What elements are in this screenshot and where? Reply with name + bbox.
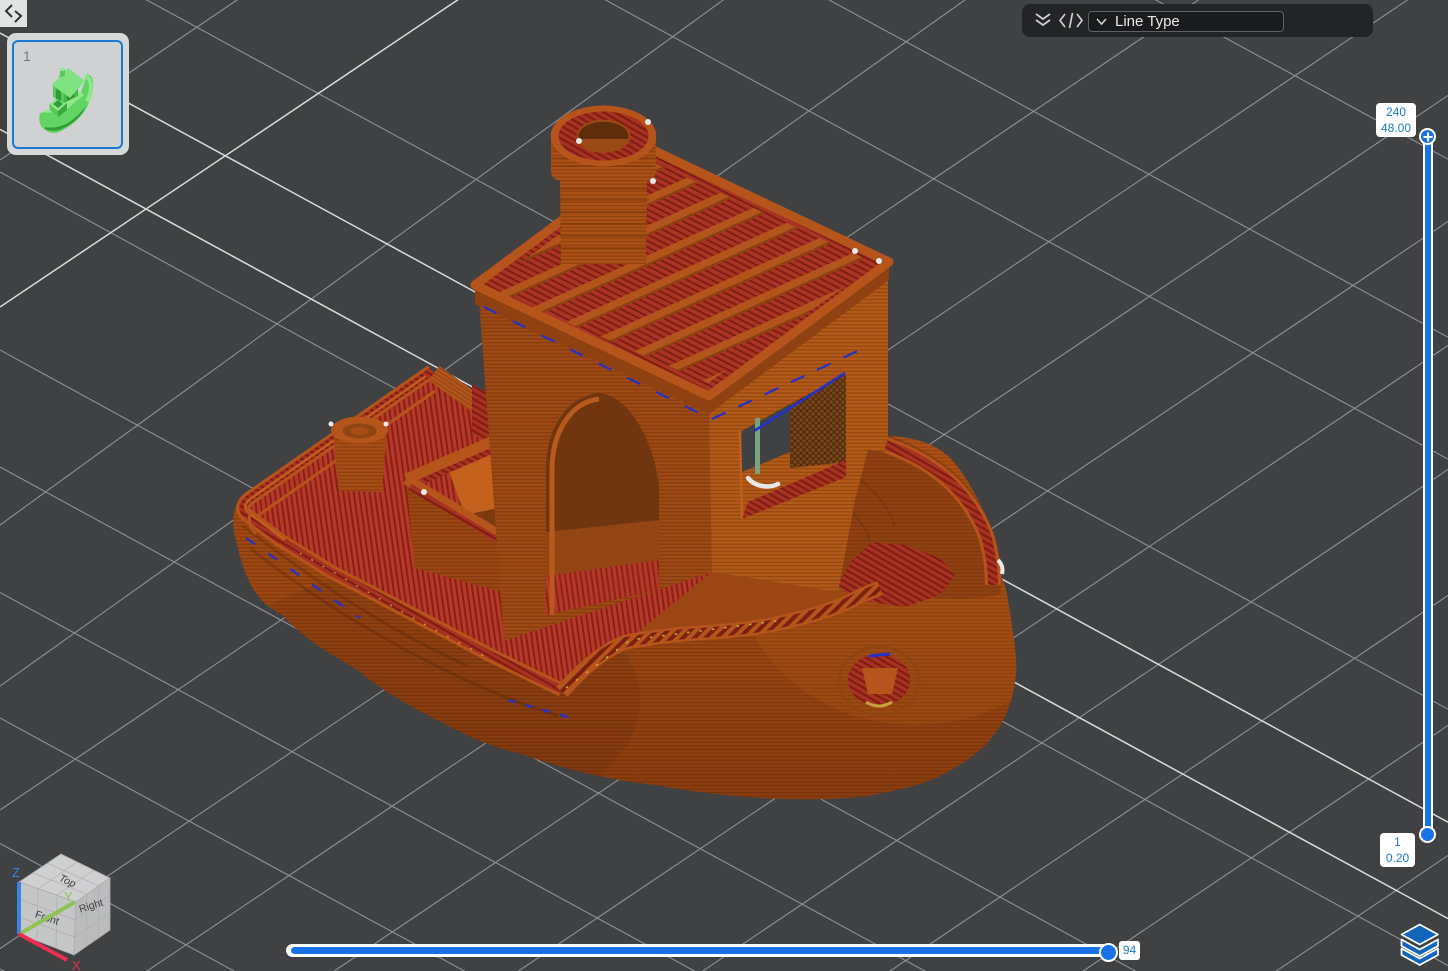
svg-text:Y: Y (64, 889, 73, 904)
svg-text:Z: Z (12, 865, 20, 880)
svg-text:X: X (72, 958, 81, 971)
